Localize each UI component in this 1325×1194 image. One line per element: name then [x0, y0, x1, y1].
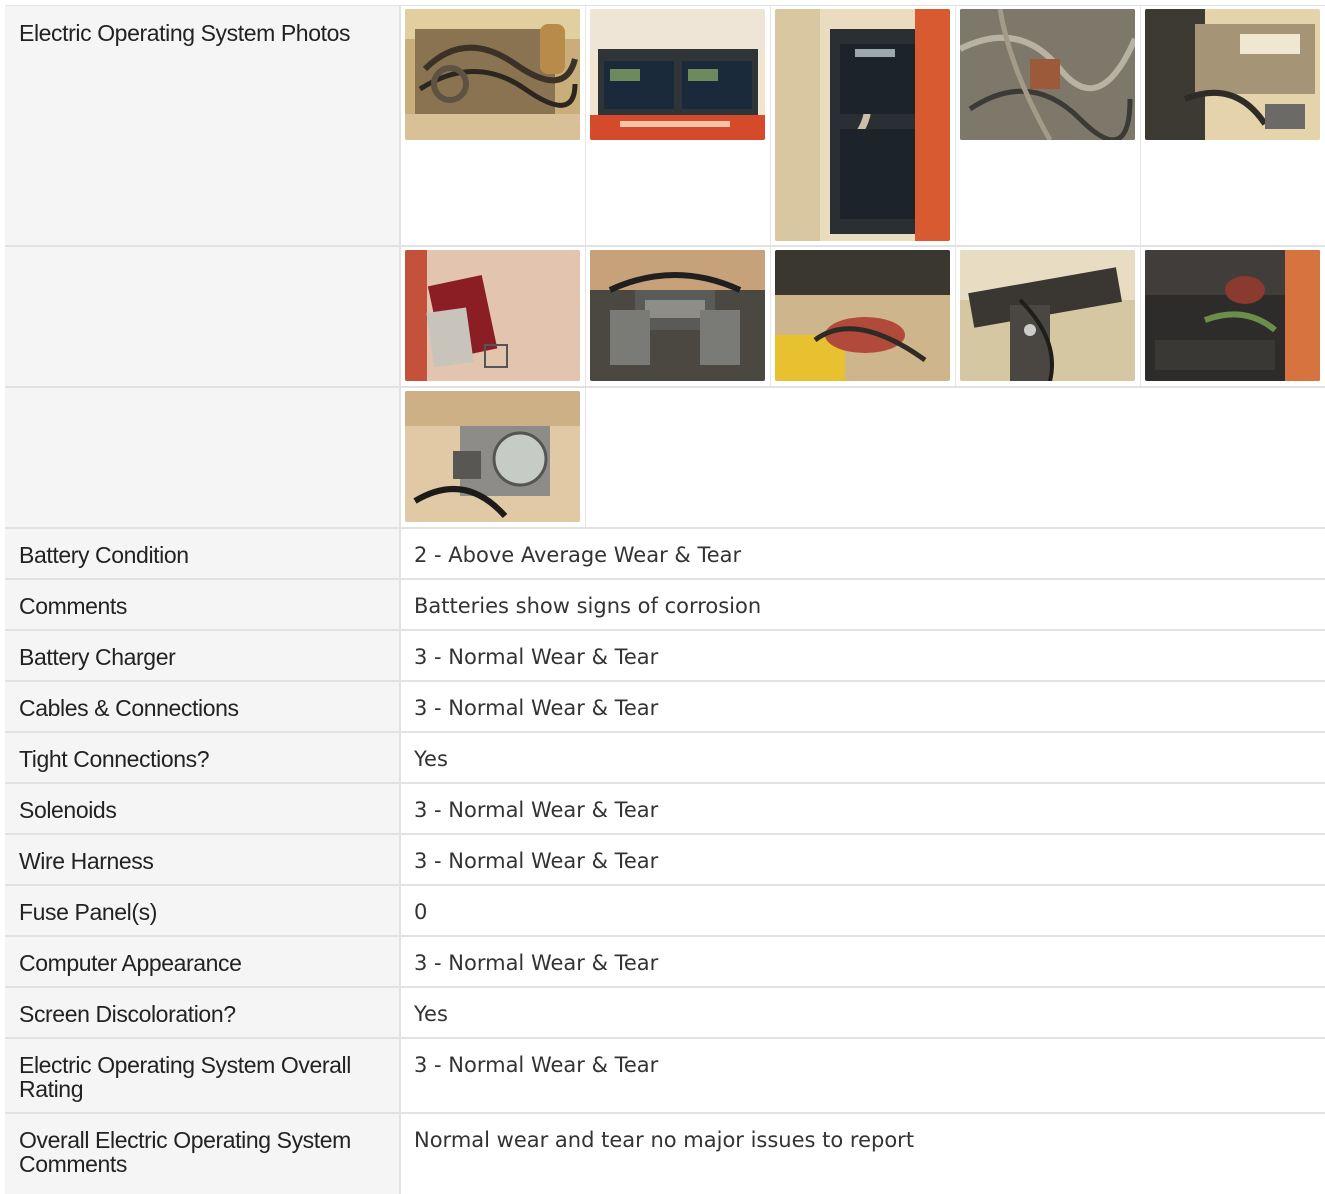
photo-batteries-vertical[interactable]	[775, 9, 950, 241]
field-label: Solenoids	[5, 784, 401, 833]
field-label: Wire Harness	[5, 835, 401, 884]
photo-battery-connector[interactable]	[590, 250, 765, 381]
field-row-overall-rating: Electric Operating System Overall Rating…	[5, 1039, 1325, 1114]
field-row-computer-appearance: Computer Appearance 3 - Normal Wear & Te…	[5, 937, 1325, 988]
photo-cell	[1141, 247, 1325, 386]
photo-cell	[401, 6, 586, 245]
field-row-tight-connections: Tight Connections? Yes	[5, 733, 1325, 784]
field-row-solenoids: Solenoids 3 - Normal Wear & Tear	[5, 784, 1325, 835]
field-label: Battery Condition	[5, 529, 401, 578]
photo-cell-empty	[586, 388, 771, 527]
photo-cell	[956, 247, 1141, 386]
field-value: Normal wear and tear no major issues to …	[414, 1128, 915, 1152]
field-row-wire-harness: Wire Harness 3 - Normal Wear & Tear	[5, 835, 1325, 886]
field-value: 3 - Normal Wear & Tear	[414, 849, 659, 873]
field-row-cables-connections: Cables & Connections 3 - Normal Wear & T…	[5, 682, 1325, 733]
field-label: Computer Appearance	[5, 937, 401, 986]
field-label: Tight Connections?	[5, 733, 401, 782]
photo-charger-box[interactable]	[1145, 9, 1320, 140]
photo-red-cable-boot[interactable]	[775, 250, 950, 381]
photos-label-empty	[5, 388, 401, 527]
field-row-fuse-panels: Fuse Panel(s) 0	[5, 886, 1325, 937]
field-label: Comments	[5, 580, 401, 629]
field-value: 3 - Normal Wear & Tear	[414, 645, 659, 669]
field-label: Electric Operating System Overall Rating	[5, 1039, 401, 1112]
photo-cell	[956, 6, 1141, 245]
field-value: Yes	[414, 747, 448, 771]
field-value: 3 - Normal Wear & Tear	[414, 696, 659, 720]
photo-gallery-row-1	[401, 6, 1325, 245]
field-row-screen-discoloration: Screen Discoloration? Yes	[5, 988, 1325, 1039]
field-value: 3 - Normal Wear & Tear	[414, 798, 659, 822]
field-value: 0	[414, 900, 428, 924]
field-value: 3 - Normal Wear & Tear	[414, 951, 659, 975]
photo-battery-compartment-cables[interactable]	[405, 9, 580, 140]
photo-solenoid-wiring[interactable]	[960, 250, 1135, 381]
photo-gallery-row-2	[401, 247, 1325, 386]
photo-cell	[401, 388, 586, 527]
photo-red-terminal-cover[interactable]	[405, 250, 580, 381]
photos-row-3	[5, 388, 1325, 529]
photo-cell	[1141, 6, 1325, 245]
photo-cell	[586, 247, 771, 386]
photo-corroded-terminal[interactable]	[1145, 250, 1320, 381]
field-value: 2 - Above Average Wear & Tear	[414, 543, 742, 567]
photo-cell	[771, 247, 956, 386]
field-value: Batteries show signs of corrosion	[414, 594, 762, 618]
field-value: Yes	[414, 1002, 448, 1026]
field-label: Screen Discoloration?	[5, 988, 401, 1037]
field-label: Fuse Panel(s)	[5, 886, 401, 935]
photo-cell	[771, 6, 956, 245]
photos-row-1: Electric Operating System Photos	[5, 6, 1325, 247]
photo-wire-bundle[interactable]	[960, 9, 1135, 140]
field-row-battery-condition: Battery Condition 2 - Above Average Wear…	[5, 529, 1325, 580]
field-row-comments: Comments Batteries show signs of corrosi…	[5, 580, 1325, 631]
field-row-overall-comments: Overall Electric Operating System Commen…	[5, 1114, 1325, 1194]
photo-cell	[586, 6, 771, 245]
field-value: 3 - Normal Wear & Tear	[414, 1053, 659, 1077]
photos-label: Electric Operating System Photos	[5, 6, 401, 245]
field-label: Overall Electric Operating System Commen…	[5, 1114, 401, 1194]
photo-cell	[401, 247, 586, 386]
photo-meter-gauge[interactable]	[405, 391, 580, 522]
photo-gallery-row-3	[401, 388, 1325, 527]
field-label: Cables & Connections	[5, 682, 401, 731]
photo-two-batteries-tray[interactable]	[590, 9, 765, 140]
field-label: Battery Charger	[5, 631, 401, 680]
photos-label-empty	[5, 247, 401, 386]
electric-operating-system-report: Electric Operating System Photos Battery…	[5, 5, 1325, 1194]
field-row-battery-charger: Battery Charger 3 - Normal Wear & Tear	[5, 631, 1325, 682]
photos-row-2	[5, 247, 1325, 388]
